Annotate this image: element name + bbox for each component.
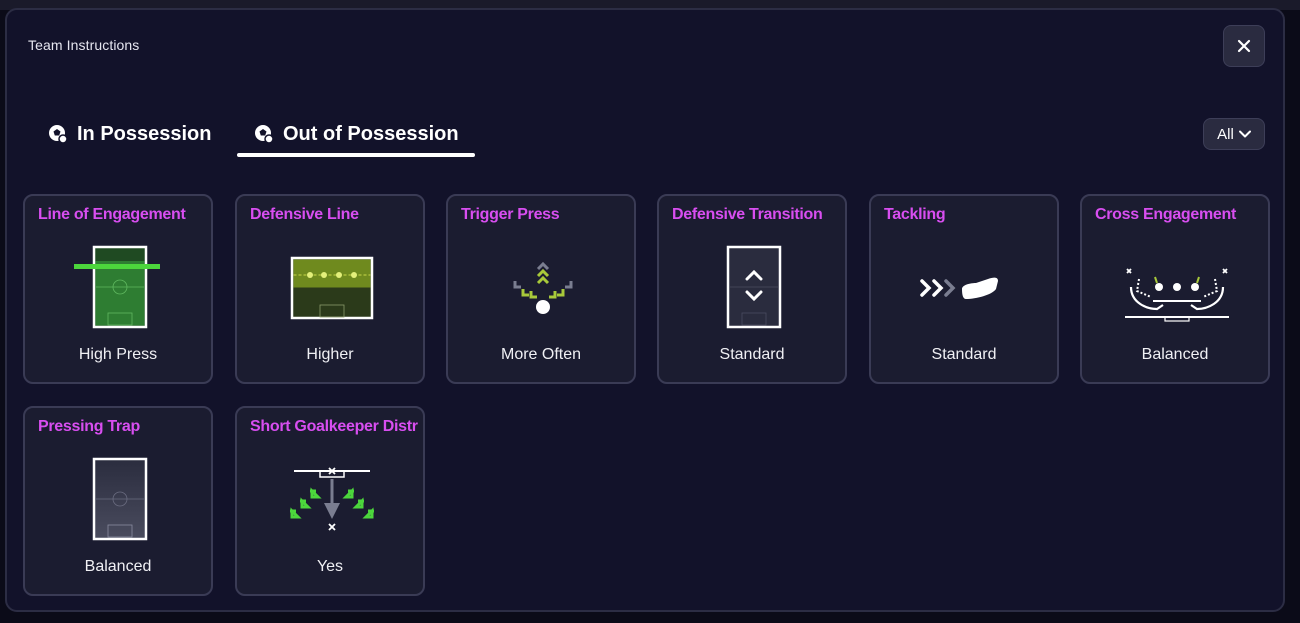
- tab-label: In Possession: [77, 122, 212, 145]
- instruction-card-tackling[interactable]: Tackling Standard: [869, 194, 1059, 384]
- close-icon: [1237, 39, 1251, 53]
- card-value: Standard: [719, 346, 785, 363]
- card-title: Defensive Transition: [672, 206, 823, 223]
- tab-label: Out of Possession: [283, 122, 459, 145]
- defensive-line-icon: [290, 256, 374, 320]
- tackling-icon: [920, 277, 998, 299]
- pressing-trap-icon: [92, 457, 148, 541]
- instruction-card-defensive-line[interactable]: Defensive Line Higher: [235, 194, 425, 384]
- cross-engagement-icon: [1125, 268, 1229, 322]
- card-value: Yes: [316, 558, 344, 575]
- defensive-transition-icon: [726, 245, 782, 329]
- card-value: Balanced: [84, 558, 152, 575]
- card-title: Defensive Line: [250, 206, 359, 223]
- card-title: Short Goalkeeper Distr: [250, 418, 418, 435]
- modal-title: Team Instructions: [28, 37, 140, 53]
- close-button[interactable]: [1223, 25, 1265, 67]
- card-title: Pressing Trap: [38, 418, 140, 435]
- instruction-card-pressing-trap[interactable]: Pressing Trap Balanced: [23, 406, 213, 596]
- goalkeeper-distribution-icon: [290, 467, 374, 531]
- card-value: High Press: [78, 346, 158, 363]
- card-title: Cross Engagement: [1095, 206, 1237, 223]
- card-value: Standard: [931, 346, 997, 363]
- card-title: Trigger Press: [461, 206, 560, 223]
- trigger-press-icon: [513, 261, 573, 314]
- active-tab-indicator: [237, 153, 475, 157]
- instruction-card-trigger-press[interactable]: Trigger Press More Often: [446, 194, 636, 384]
- card-title: Tackling: [884, 206, 946, 223]
- instruction-card-defensive-transition[interactable]: Defensive Transition Standard: [657, 194, 847, 384]
- chevron-down-icon: [1238, 130, 1251, 138]
- card-value: More Often: [500, 346, 582, 363]
- card-value: Higher: [306, 346, 354, 363]
- filter-label: All: [1217, 125, 1234, 143]
- football-icon: [255, 125, 274, 144]
- instruction-card-cross-engagement[interactable]: Cross Engagement Balanced: [1080, 194, 1270, 384]
- card-title: Line of Engagement: [38, 206, 186, 223]
- instruction-card-line-of-engagement[interactable]: Line of Engagement High Press: [23, 194, 213, 384]
- line-of-engagement-icon: [74, 245, 160, 329]
- tab-out-of-possession[interactable]: Out of Possession: [253, 114, 459, 154]
- team-instructions-modal: Team Instructions In Possession Out of P…: [5, 8, 1285, 612]
- tab-in-possession[interactable]: In Possession: [47, 114, 212, 154]
- instruction-card-short-goalkeeper-distribution[interactable]: Short Goalkeeper Distr Yes: [235, 406, 425, 596]
- football-icon: [49, 125, 68, 144]
- filter-dropdown[interactable]: All: [1203, 118, 1265, 150]
- card-value: Balanced: [1141, 346, 1209, 363]
